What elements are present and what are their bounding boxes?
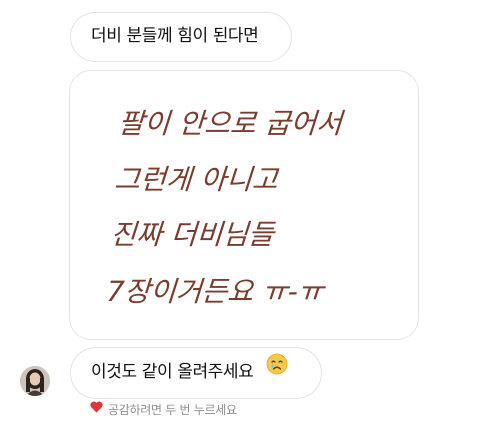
reaction-hint: 공감하려면 두 번 누르세요 <box>90 401 237 418</box>
reaction-hint-text: 공감하려면 두 번 누르세요 <box>108 403 237 417</box>
avatar[interactable] <box>20 366 50 396</box>
note-line-1: 팔이 안으로 굽어서 <box>117 107 346 140</box>
message-bubble-text[interactable]: 이것도 같이 올려주세요 <box>70 347 322 399</box>
note-line-4: 7장이거든요 ㅠ-ㅠ <box>105 275 327 308</box>
message-text: 이것도 같이 올려주세요 <box>91 362 254 382</box>
dm-conversation: 더비 분들께 힘이 된다면 팔이 안으로 굽어서 그런게 아니고 진짜 더비님들… <box>0 0 480 426</box>
heart-icon <box>90 401 103 417</box>
message-bubble-text[interactable]: 더비 분들께 힘이 된다면 <box>70 12 292 62</box>
note-line-2: 그런게 아니고 <box>113 163 280 196</box>
avatar-photo <box>20 366 50 396</box>
message-bubble-image[interactable]: 팔이 안으로 굽어서 그런게 아니고 진짜 더비님들 7장이거든요 ㅠ-ㅠ <box>69 70 419 340</box>
message-text: 더비 분들께 힘이 된다면 <box>91 26 259 46</box>
handwritten-note-image: 팔이 안으로 굽어서 그런게 아니고 진짜 더비님들 7장이거든요 ㅠ-ㅠ <box>70 71 418 339</box>
note-line-3: 진짜 더비님들 <box>109 218 277 251</box>
crying-face-emoji-icon <box>266 346 288 394</box>
